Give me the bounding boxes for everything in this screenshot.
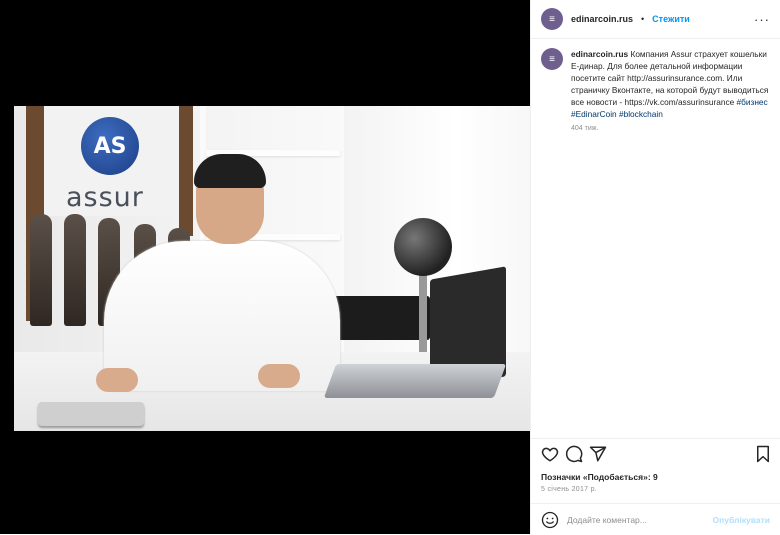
share-icon[interactable] xyxy=(589,445,607,463)
username-link[interactable]: edinarcoin.rus xyxy=(571,14,633,24)
heart-icon[interactable] xyxy=(541,445,559,463)
emoji-icon[interactable] xyxy=(541,511,559,529)
follow-button[interactable]: Стежити xyxy=(652,14,690,24)
hashtag[interactable]: #EdinarCoin xyxy=(571,109,617,119)
separator-dot: • xyxy=(641,14,645,24)
calculator xyxy=(38,402,144,426)
hashtag[interactable]: #бизнес xyxy=(737,97,768,107)
post-date: 5 січень 2017 р. xyxy=(541,486,598,493)
statue xyxy=(64,214,86,326)
printer xyxy=(330,296,430,340)
statue xyxy=(30,214,52,326)
comment-icon[interactable] xyxy=(565,445,583,463)
post-sidebar: ≡ edinarcoin.rus • Стежити ··· ≡ edinarc… xyxy=(530,0,780,534)
post-header: ≡ edinarcoin.rus • Стежити ··· xyxy=(531,0,780,39)
comment-bar: Опублікувати xyxy=(531,503,780,535)
post-media[interactable]: AS assur xyxy=(0,0,530,534)
hand xyxy=(96,368,138,392)
instagram-post: AS assur ≡ edinarcoin.rus • Стежити ··· … xyxy=(0,0,780,534)
caption: ≡ edinarcoin.rus Компания Assur страхует… xyxy=(531,39,780,135)
more-options-icon[interactable]: ··· xyxy=(754,12,770,27)
publish-button[interactable]: Опублікувати xyxy=(713,515,770,525)
globe xyxy=(394,218,452,276)
assur-logo-mark: AS xyxy=(81,117,139,175)
caption-username[interactable]: edinarcoin.rus xyxy=(571,49,628,59)
comment-input[interactable] xyxy=(565,513,709,526)
wood-panel xyxy=(179,106,193,236)
action-bar xyxy=(531,438,780,469)
post-photo: AS assur xyxy=(14,106,530,431)
hashtag[interactable]: #blockchain xyxy=(619,109,663,119)
avatar[interactable]: ≡ xyxy=(541,8,563,30)
hand xyxy=(258,364,300,388)
caption-body: edinarcoin.rus Компания Assur страхует к… xyxy=(571,48,770,135)
assur-logo-text: assur xyxy=(66,182,144,213)
bookmark-icon[interactable] xyxy=(754,445,772,463)
caption-time: 404 тиж. xyxy=(571,125,599,132)
likes-count[interactable]: Позначки «Подобається»: 9 xyxy=(541,472,658,482)
caption-avatar[interactable]: ≡ xyxy=(541,48,563,70)
globe-stand xyxy=(419,274,427,354)
person-hair xyxy=(194,154,266,188)
laptop-base xyxy=(323,364,507,398)
person-shirt xyxy=(104,241,340,391)
